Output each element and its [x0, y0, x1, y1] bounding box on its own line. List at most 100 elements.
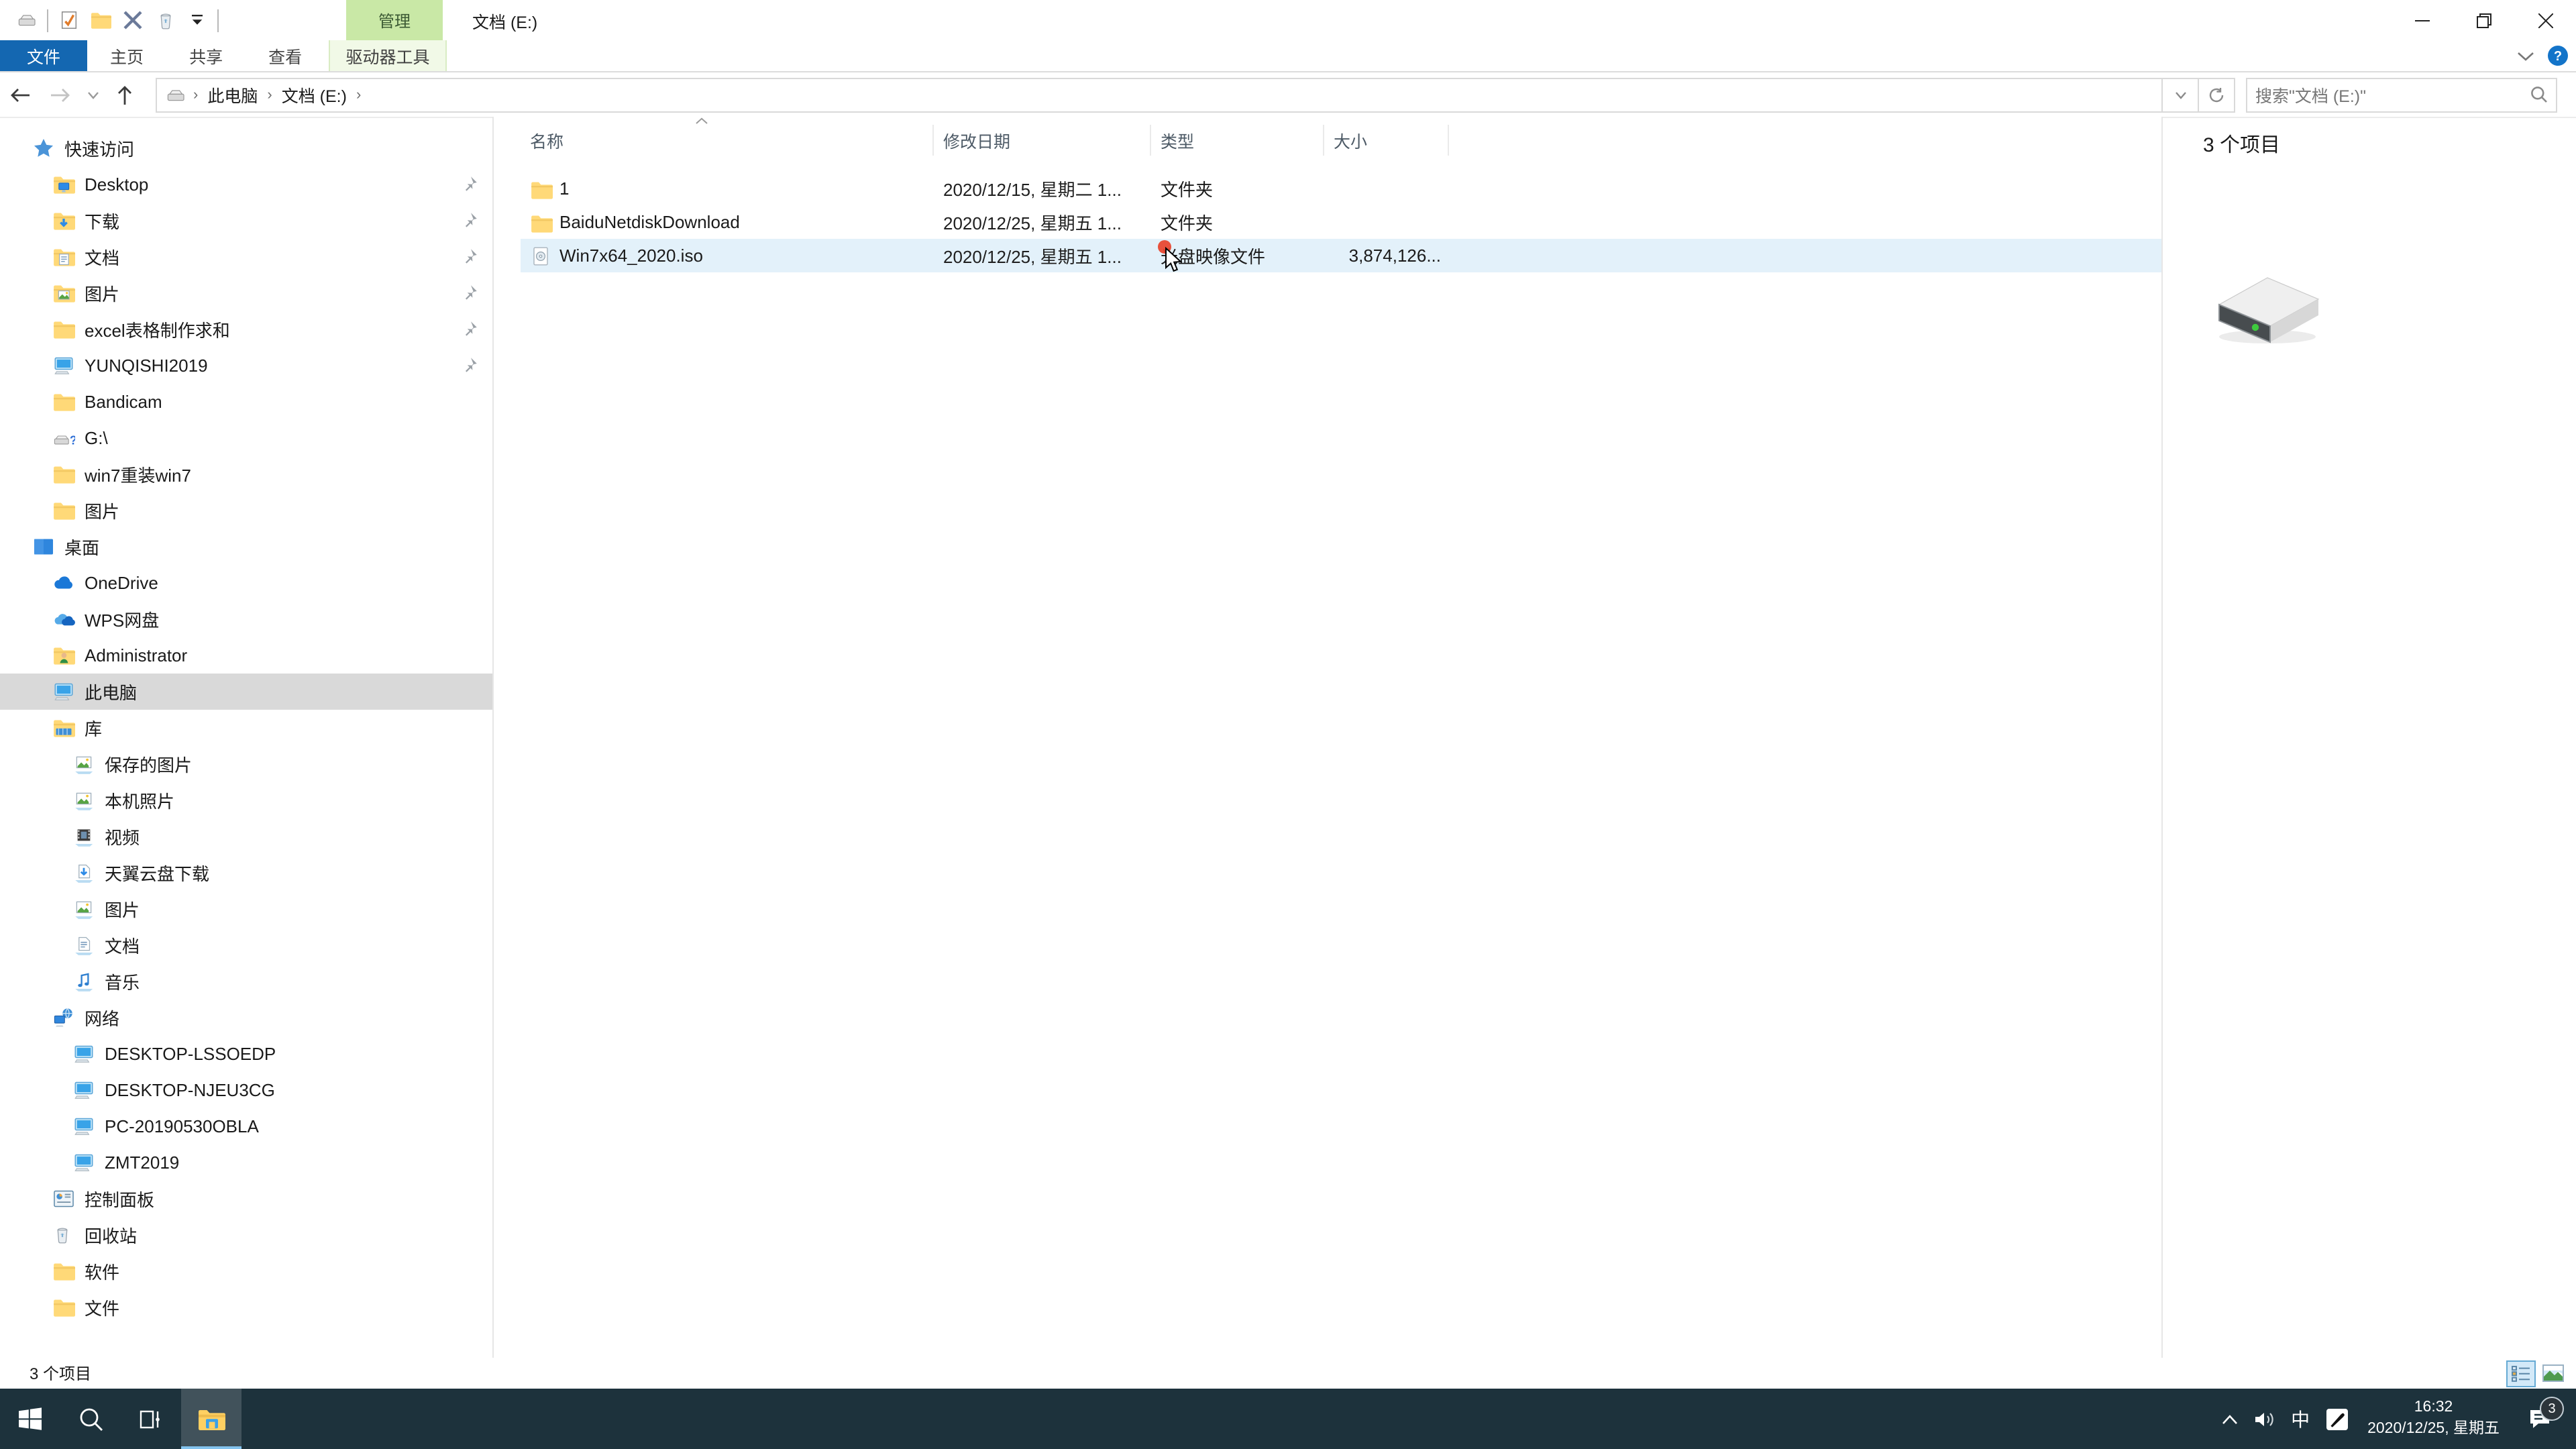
back-button[interactable] — [0, 77, 40, 112]
pin-icon — [460, 319, 479, 338]
ribbon-tab-0[interactable]: 主页 — [87, 40, 166, 71]
recycle-bin-icon — [52, 1224, 75, 1246]
sidebar-item[interactable]: 此电脑 — [0, 674, 492, 710]
task-view-icon[interactable] — [121, 1389, 181, 1449]
file-row[interactable]: 1 2020/12/15, 星期二 1... 文件夹 — [521, 172, 2161, 205]
hidden-icons-chevron-icon[interactable] — [2212, 1413, 2247, 1424]
sidebar-item[interactable]: OneDrive — [0, 565, 492, 601]
sidebar-item[interactable]: 控制面板 — [0, 1181, 492, 1217]
file-row[interactable]: Win7x64_2020.iso 2020/12/25, 星期五 1... 光盘映像… — [521, 239, 2161, 272]
address-dropdown-chevron-icon[interactable] — [2163, 77, 2199, 112]
folder-documents-icon — [52, 246, 75, 268]
separator — [217, 9, 219, 32]
minimize-button[interactable] — [2391, 0, 2453, 40]
sidebar-item[interactable]: 保存的图片 — [0, 746, 492, 782]
folder-icon — [52, 318, 75, 341]
address-breadcrumb[interactable]: › 此电脑 › 文档 (E:) › — [156, 77, 2163, 112]
restore-button[interactable] — [2453, 0, 2514, 40]
search-icon — [2530, 86, 2548, 103]
refresh-button[interactable] — [2199, 77, 2235, 112]
sidebar-item[interactable]: YUNQISHI2019 — [0, 347, 492, 384]
sidebar-item[interactable]: 视频 — [0, 818, 492, 855]
taskbar-search-icon[interactable] — [60, 1389, 121, 1449]
ribbon-tab-1[interactable]: 共享 — [166, 40, 246, 71]
pin-icon — [460, 174, 479, 193]
taskbar: 中 16:32 2020/12/25, 星期五 3 — [0, 1389, 2576, 1449]
sidebar-item[interactable]: WPS网盘 — [0, 601, 492, 637]
speaker-icon[interactable] — [2247, 1409, 2282, 1428]
sidebar-item[interactable]: ZMT2019 — [0, 1144, 492, 1181]
column-header-3[interactable]: 大小 — [1324, 125, 1449, 156]
sidebar-item[interactable]: win7重装win7 — [0, 456, 492, 492]
sidebar-item[interactable]: 图片 — [0, 275, 492, 311]
window-controls — [2391, 0, 2576, 40]
sidebar-item[interactable]: Administrator — [0, 637, 492, 674]
sidebar-item[interactable]: PC-20190530OBLA — [0, 1108, 492, 1144]
close-button[interactable] — [2514, 0, 2576, 40]
quick-access-star-icon — [32, 137, 55, 160]
file-name: BaiduNetdiskDownload — [559, 212, 740, 232]
sidebar-item[interactable]: DESKTOP-NJEU3CG — [0, 1072, 492, 1108]
file-explorer-taskbar-button[interactable] — [181, 1389, 241, 1449]
sidebar-item[interactable]: 桌面 — [0, 529, 492, 565]
sidebar-item[interactable]: 网络 — [0, 1000, 492, 1036]
sidebar-item[interactable]: 软件 — [0, 1253, 492, 1289]
qat-dropdown-icon[interactable] — [181, 4, 213, 36]
ribbon-tab-file[interactable]: 文件 — [0, 40, 88, 71]
sidebar-item-label: PC-20190530OBLA — [105, 1116, 259, 1136]
computer-icon — [72, 1115, 95, 1138]
properties-icon[interactable] — [52, 4, 85, 36]
sidebar-item[interactable]: DESKTOP-LSSOEDP — [0, 1036, 492, 1072]
sidebar-item[interactable]: 文件 — [0, 1289, 492, 1326]
recent-locations-chevron-icon[interactable] — [80, 77, 105, 112]
search-input[interactable]: 搜索"文档 (E:)" — [2246, 77, 2557, 112]
taskbar-clock[interactable]: 16:32 2020/12/25, 星期五 — [2354, 1398, 2513, 1440]
new-folder-icon[interactable] — [85, 4, 117, 36]
sidebar-item[interactable]: 库 — [0, 710, 492, 746]
file-name: Win7x64_2020.iso — [559, 246, 703, 266]
ime-indicator[interactable]: 中 — [2282, 1405, 2319, 1432]
folder-desktop-icon — [52, 173, 75, 196]
folder-pictures-icon — [52, 282, 75, 305]
sidebar-item[interactable]: 本机照片 — [0, 782, 492, 818]
drive-icon[interactable] — [11, 4, 43, 36]
pen-tray-icon[interactable] — [2319, 1407, 2354, 1431]
column-header-2[interactable]: 类型 — [1151, 125, 1324, 156]
sidebar-item[interactable]: 天翼云盘下载 — [0, 855, 492, 891]
column-header-1[interactable]: 修改日期 — [934, 125, 1151, 156]
pin-icon — [460, 211, 479, 229]
sidebar-item[interactable]: 图片 — [0, 891, 492, 927]
sidebar-item[interactable]: 文档 — [0, 927, 492, 963]
breadcrumb-item[interactable]: 此电脑 — [199, 82, 266, 107]
column-header-0[interactable]: 名称 — [521, 125, 934, 156]
file-type: 文件夹 — [1161, 213, 1214, 233]
action-center-icon[interactable]: 3 — [2513, 1397, 2567, 1430]
file-row[interactable]: BaiduNetdiskDownload 2020/12/25, 星期五 1...… — [521, 205, 2161, 239]
sidebar-item[interactable]: 回收站 — [0, 1217, 492, 1253]
sidebar-item[interactable]: 快速访问 — [0, 130, 492, 166]
sidebar-item[interactable]: ? G:\ — [0, 420, 492, 456]
sidebar-item[interactable]: 文档 — [0, 239, 492, 275]
help-icon[interactable]: ? — [2548, 46, 2568, 66]
sidebar-item[interactable]: 音乐 — [0, 963, 492, 1000]
recycle-bin-icon[interactable] — [149, 4, 181, 36]
details-view-button[interactable] — [2506, 1360, 2536, 1387]
system-tray: 中 16:32 2020/12/25, 星期五 3 — [2212, 1389, 2576, 1449]
sidebar-item-label: Administrator — [85, 645, 188, 665]
up-button[interactable] — [105, 77, 145, 112]
start-button[interactable] — [0, 1389, 60, 1449]
breadcrumb-item[interactable]: 文档 (E:) — [274, 82, 355, 107]
sidebar-item[interactable]: Desktop — [0, 166, 492, 203]
sidebar-item[interactable]: Bandicam — [0, 384, 492, 420]
main-area: 快速访问 Desktop 下载 文档 图片 excel表格制作求和 YUNQISHI2019… — [0, 117, 2576, 1389]
ribbon-tab-drive-tools[interactable]: 驱动器工具 — [329, 40, 447, 71]
delete-icon[interactable] — [117, 4, 149, 36]
large-icons-view-button[interactable] — [2538, 1360, 2568, 1387]
sidebar-item[interactable]: excel表格制作求和 — [0, 311, 492, 347]
sidebar-item[interactable]: 下载 — [0, 203, 492, 239]
ribbon-tab-2[interactable]: 查看 — [246, 40, 325, 71]
sidebar-item[interactable]: 图片 — [0, 492, 492, 529]
ribbon-collapse-chevron-icon[interactable] — [2517, 50, 2534, 61]
folder-icon — [52, 463, 75, 486]
forward-button[interactable] — [40, 77, 80, 112]
